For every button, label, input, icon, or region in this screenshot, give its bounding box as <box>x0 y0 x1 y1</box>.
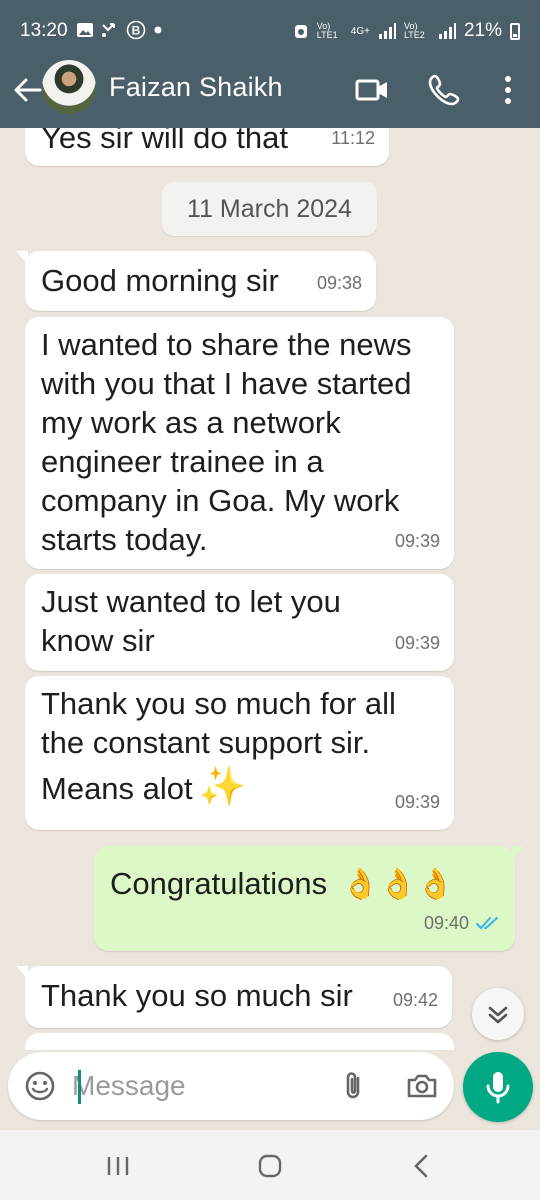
date-separator: 11 March 2024 <box>162 182 377 236</box>
mic-button[interactable] <box>463 1052 533 1122</box>
message-time: 09:38 <box>316 273 362 293</box>
message-text: Thank you so much for all the constant s… <box>41 684 424 808</box>
message-time: 09:40 <box>423 913 469 933</box>
message-time: 09:39 <box>394 792 440 812</box>
message-text: I wanted to share the news with you that… <box>41 327 412 557</box>
missed-call-icon <box>102 23 115 37</box>
message-text-main: Congratulations <box>110 866 328 901</box>
message-bubble[interactable]: Thank you so much sir 09:42 <box>16 966 452 1028</box>
message-text: Yes sir will do that <box>41 128 288 155</box>
network-type-label: 4G+ <box>350 25 370 37</box>
chat-header: Faizan Shaikh <box>0 60 540 128</box>
chat-area[interactable]: Yes sir will do that 11:12 11 March 2024… <box>0 128 540 1050</box>
recents-icon[interactable] <box>100 1148 136 1184</box>
nav-back-icon[interactable] <box>404 1148 440 1184</box>
message-bubble[interactable]: Good morning sir 09:38 <box>16 251 376 311</box>
message-time: 09:42 <box>392 990 438 1010</box>
message-time: 09:39 <box>394 633 440 653</box>
message-text: Congratulations 👌👌👌 <box>110 864 499 904</box>
signal-icon <box>378 23 396 39</box>
home-icon[interactable] <box>252 1148 288 1184</box>
text-cursor <box>78 1070 81 1104</box>
message-input[interactable] <box>72 1062 322 1110</box>
avatar[interactable] <box>42 60 96 114</box>
mic-icon <box>486 1072 510 1104</box>
battery-percent: 21% <box>463 20 502 41</box>
contact-name[interactable]: Faizan Shaikh <box>109 72 283 103</box>
svg-text:B: B <box>132 24 141 38</box>
system-nav-bar <box>0 1130 540 1200</box>
message-bubble[interactable]: Just wanted to let you know sir 09:39 <box>25 574 454 671</box>
status-bar: 13:20 B Vo) LTE1 4G+ Vo) LTE2 21% <box>0 0 540 60</box>
double-check-icon <box>476 916 498 929</box>
gallery-icon <box>77 23 93 37</box>
chevrons-down-icon <box>488 1006 508 1024</box>
message-composer <box>8 1052 454 1120</box>
network-1-label: Vo) LTE1 <box>316 21 338 40</box>
b-icon: B <box>126 20 146 40</box>
battery-icon <box>510 22 520 40</box>
sparkles-emoji: ✨ <box>198 766 246 808</box>
message-text: Just wanted to let you know sir <box>41 584 341 658</box>
phone-icon[interactable] <box>424 70 464 110</box>
message-bubble[interactable]: I wanted to share the news with you that… <box>25 317 454 569</box>
signal-icon-2 <box>438 23 456 39</box>
status-time: 13:20 <box>20 20 68 41</box>
dot-icon <box>154 26 162 34</box>
alarm-icon <box>294 25 307 38</box>
message-bubble[interactable]: Thank you so much for all the constant s… <box>25 676 454 830</box>
more-vert-icon[interactable] <box>488 70 528 110</box>
message-time: 09:39 <box>394 531 440 551</box>
ok-hand-emoji: 👌👌👌 <box>341 868 454 901</box>
message-bubble-outgoing[interactable]: Congratulations 👌👌👌 09:40 <box>94 846 524 951</box>
scroll-to-bottom-button[interactable] <box>472 988 524 1040</box>
message-bubble[interactable]: Yes sir will do that 11:12 <box>25 128 389 166</box>
message-text-line-2: Means alot <box>41 771 193 806</box>
message-text: Good morning sir <box>41 263 279 298</box>
message-bubble-partial[interactable] <box>25 1033 454 1050</box>
message-text: Thank you so much sir <box>41 978 353 1013</box>
camera-icon[interactable] <box>404 1068 440 1104</box>
video-call-icon[interactable] <box>352 70 392 110</box>
paperclip-icon[interactable] <box>336 1068 372 1104</box>
network-2-label: Vo) LTE2 <box>403 21 425 40</box>
message-time: 11:12 <box>331 128 375 148</box>
emoji-icon[interactable] <box>22 1068 58 1104</box>
message-text-line: Thank you so much for all the constant s… <box>41 686 396 760</box>
